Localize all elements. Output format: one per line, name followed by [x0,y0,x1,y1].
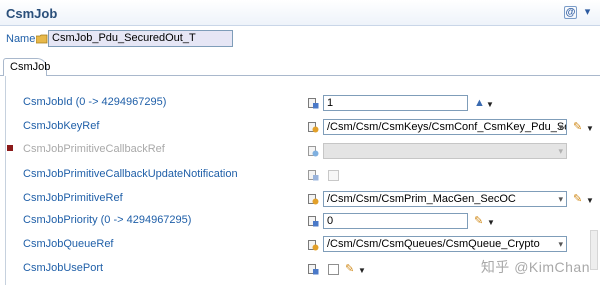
vertical-scrollbar[interactable] [590,230,598,270]
primitive-ref-value: /Csm/Csm/CsmPrim_MacGen_SecOC [327,193,516,205]
key-ref-label: CsmJobKeyRef [23,120,100,132]
use-port-checkbox[interactable] [328,264,339,275]
reference-icon [308,146,319,157]
reference-icon [308,122,319,133]
chart-icon[interactable]: ▲ [474,98,485,109]
parameter-icon [308,216,319,227]
use-port-label: CsmJobUsePort [23,262,104,274]
chevron-down-icon[interactable]: ▼ [486,99,494,110]
disabled-marker-icon [7,145,13,151]
combo-arrow-icon[interactable]: ▾ [558,144,563,158]
job-id-input[interactable]: 1 [323,95,468,111]
pencil-icon[interactable]: ✎ [345,264,354,275]
folder-icon [36,34,48,44]
queue-ref-value: /Csm/Csm/CsmQueues/CsmQueue_Crypto [327,238,540,250]
priority-input[interactable]: 0 [323,213,468,229]
job-id-label: CsmJobId (0 -> 4294967295) [23,96,167,108]
primitive-ref-label: CsmJobPrimitiveRef [23,192,123,204]
header-toolbar: @ ▾ [564,6,594,19]
callback-notification-checkbox[interactable] [328,170,339,181]
watermark: 知乎 @KimChan [480,259,590,275]
parameter-icon [308,170,319,181]
pencil-icon[interactable]: ✎ [474,216,483,227]
chevron-down-icon[interactable]: ▼ [586,195,594,206]
priority-label: CsmJobPriority (0 -> 4294967295) [23,214,192,226]
parameter-icon [308,264,319,275]
primitive-ref-combo[interactable]: /Csm/Csm/CsmPrim_MacGen_SecOC ▾ [323,191,567,207]
name-input[interactable]: CsmJob_Pdu_SecuredOut_T [48,30,233,47]
pencil-icon[interactable]: ✎ [573,194,582,205]
editor-title: CsmJob [6,6,58,21]
view-menu-icon[interactable]: ▾ [581,6,594,19]
callback-ref-label: CsmJobPrimitiveCallbackRef [23,143,165,155]
combo-arrow-icon[interactable]: ▾ [558,237,563,251]
callback-ref-combo[interactable]: ▾ [323,143,567,159]
reference-icon [308,240,319,251]
combo-arrow-icon[interactable]: ▾ [558,120,563,134]
callback-notification-label: CsmJobPrimitiveCallbackUpdateNotificatio… [23,168,238,180]
key-ref-value: /Csm/Csm/CsmKeys/CsmConf_CsmKey_Pdu_Secu… [327,121,566,133]
tab-csmjob[interactable]: CsmJob [3,58,50,76]
queue-ref-label: CsmJobQueueRef [23,238,114,250]
chevron-down-icon[interactable]: ▼ [358,265,366,276]
editor-header: CsmJob @ ▾ [0,0,600,26]
name-row: Name CsmJob_Pdu_SecuredOut_T [6,30,233,47]
key-ref-combo[interactable]: /Csm/Csm/CsmKeys/CsmConf_CsmKey_Pdu_Secu… [323,119,567,135]
parameter-icon [308,98,319,109]
name-label: Name [6,33,36,45]
reference-icon [308,194,319,205]
queue-ref-combo[interactable]: /Csm/Csm/CsmQueues/CsmQueue_Crypto ▾ [323,236,567,252]
chevron-down-icon[interactable]: ▼ [487,217,495,228]
combo-arrow-icon[interactable]: ▾ [558,192,563,206]
chevron-down-icon[interactable]: ▼ [586,123,594,134]
at-icon[interactable]: @ [564,6,577,19]
pencil-icon[interactable]: ✎ [573,122,582,133]
